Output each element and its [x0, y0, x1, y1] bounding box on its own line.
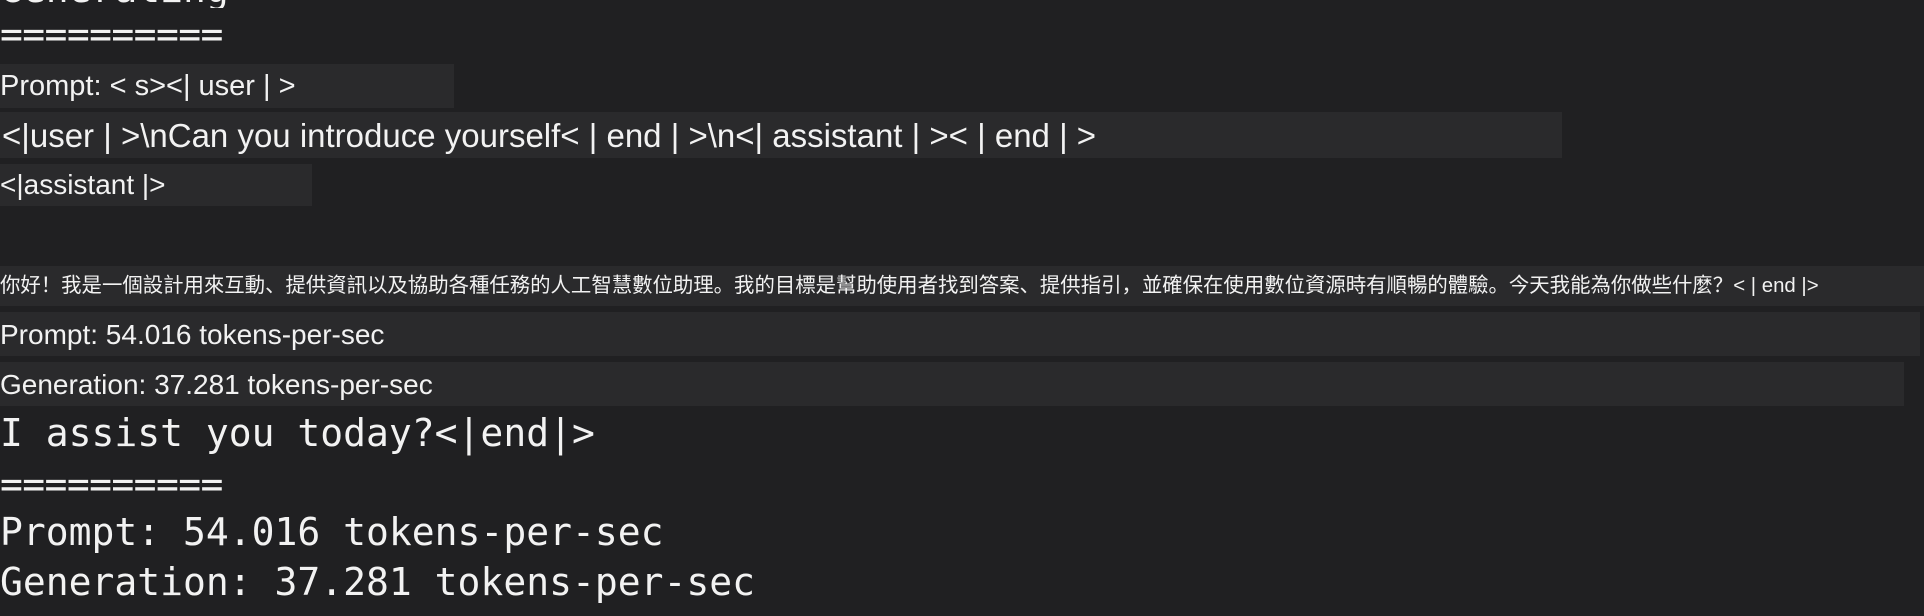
overlay-prompt-speed: Prompt: 54.016 tokens-per-sec	[0, 319, 385, 350]
overlay-generation-speed: Generation: 37.281 tokens-per-sec	[0, 369, 433, 400]
separator-top: ==========	[0, 12, 223, 56]
generation-speed-line: Generation: 37.281 tokens-per-sec	[0, 560, 755, 604]
overlay-assistant-tag: <|assistant |>	[0, 169, 166, 200]
overlay-prompt-line: Prompt: < s><| user | >	[0, 70, 296, 102]
overlay-chinese-response: 你好！我是一個設計用來互動、提供資訊以及協助各種任務的人工智慧數位助理。我的目標…	[0, 275, 1819, 297]
prompt-speed-line: Prompt: 54.016 tokens-per-sec	[0, 510, 664, 554]
partial-text: Generating	[0, 0, 229, 8]
assist-line: I assist you today?<|end|>	[0, 411, 595, 455]
separator-bottom: ==========	[0, 462, 223, 506]
terminal-window: Generating ========== Prompt: < s><| use…	[0, 0, 1924, 616]
top-partial-line: Generating	[0, 0, 400, 8]
overlay-user-message: <|user | >\nCan you introduce yourself< …	[2, 117, 1097, 154]
